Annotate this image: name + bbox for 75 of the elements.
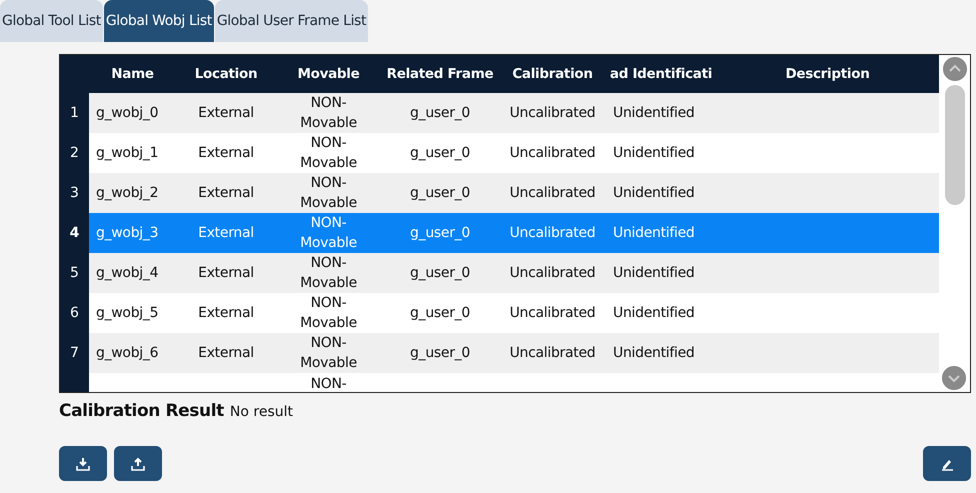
column-header: ad Identificati xyxy=(610,66,712,82)
table-cell-text: g_user_0 xyxy=(410,184,470,203)
table-cell-text: NON- Movable xyxy=(300,294,357,333)
table-cell-text: g_user_0 xyxy=(410,264,470,283)
row-number: 2 xyxy=(60,133,89,173)
table-cell-text: NON- Movable xyxy=(300,214,357,253)
column-header: Related Frame xyxy=(386,66,494,82)
table-cell-text: NON- Movable xyxy=(300,174,357,213)
scrollbar-thumb[interactable] xyxy=(944,85,964,205)
table-cell-text: Uncalibrated xyxy=(510,264,596,283)
scroll-up-icon[interactable] xyxy=(942,57,966,81)
table-cell-text: Unidentified xyxy=(613,224,694,243)
column-header: Location xyxy=(194,66,258,82)
table-cell-text: g_user_0 xyxy=(410,224,470,243)
table-cell-text: NON- Movable xyxy=(300,94,357,133)
edit-button[interactable] xyxy=(923,446,971,481)
table-cell-text: NON- Movable xyxy=(300,334,357,373)
table-cell-text: Uncalibrated xyxy=(510,184,596,203)
table-cell-text: NON- Movable xyxy=(300,134,357,173)
table-cell-text: External xyxy=(198,104,254,123)
table-cell-text: g_wobj_6 xyxy=(96,344,158,363)
table-cell-text: g_wobj_3 xyxy=(96,224,158,243)
table-cell-text: External xyxy=(198,344,254,363)
table-cell-text: g_wobj_1 xyxy=(96,144,158,163)
result-value: No result xyxy=(230,404,293,420)
table-cell-text: g_user_0 xyxy=(410,344,470,363)
table-cell-text: Unidentified xyxy=(613,104,694,123)
export-button[interactable] xyxy=(114,446,162,481)
table-cell-text: External xyxy=(198,224,254,243)
row-number: 3 xyxy=(60,173,89,213)
row-number: 7 xyxy=(60,333,89,373)
column-header: Name xyxy=(111,66,154,82)
table-cell-text: g_wobj_2 xyxy=(96,184,158,203)
table-cell-text: Unidentified xyxy=(613,264,694,283)
table-cell-text: g_wobj_4 xyxy=(96,264,158,283)
table-cell-text: Unidentified xyxy=(613,344,694,363)
row-number: 5 xyxy=(60,253,89,293)
table-cell-text: Uncalibrated xyxy=(510,344,596,363)
tab[interactable]: Global User Frame List xyxy=(214,0,368,42)
table-cell-text: g_user_0 xyxy=(410,104,470,123)
table-cell-text: Uncalibrated xyxy=(510,224,596,243)
table-row[interactable]: 4 g_wobj_3 External NON- Movable g_user_0 Uncalibrated Unidentified xyxy=(60,213,939,253)
table-cell-text: External xyxy=(198,184,254,203)
table-row[interactable]: 1 g_wobj_0 External NON- Movable g_user_0 Uncalibrated Unidentified xyxy=(60,93,939,133)
table-cell-text: g_wobj_0 xyxy=(96,104,158,123)
download-icon xyxy=(76,456,90,470)
table-cell-text: Unidentified xyxy=(613,184,694,203)
row-number: 4 xyxy=(60,213,89,253)
column-header: Movable xyxy=(298,66,360,82)
table-row[interactable]: 5 g_wobj_4 External NON- Movable g_user_0 Uncalibrated Unidentified xyxy=(60,253,939,293)
tab[interactable]: Global Wobj List xyxy=(104,0,214,42)
table-cell-text: Unidentified xyxy=(613,304,694,323)
table-cell-text: Uncalibrated xyxy=(510,144,596,163)
table-cell-text: g_user_0 xyxy=(410,304,470,323)
table-cell-text: g_user_0 xyxy=(410,144,470,163)
table-cell-text: NON- xyxy=(310,375,346,392)
table-cell-text: External xyxy=(198,264,254,283)
upload-icon xyxy=(131,456,145,470)
table-row[interactable]: 7 g_wobj_6 External NON- Movable g_user_0 Uncalibrated Unidentified xyxy=(60,333,939,373)
table-cell-text: External xyxy=(198,304,254,323)
table-row[interactable]: 3 g_wobj_2 External NON- Movable g_user_0 Uncalibrated Unidentified xyxy=(60,173,939,213)
table-cell-text: g_wobj_5 xyxy=(96,304,158,323)
import-button[interactable] xyxy=(59,446,107,481)
column-header: Description xyxy=(785,66,870,82)
table-cell-text: NON- Movable xyxy=(300,254,357,293)
table-cell-text: Uncalibrated xyxy=(510,104,596,123)
row-number: 6 xyxy=(60,293,89,333)
table-cell-text: Uncalibrated xyxy=(510,304,596,323)
scroll-down-icon[interactable] xyxy=(942,366,966,390)
row-number: 1 xyxy=(60,93,89,133)
column-header: Calibration xyxy=(512,66,593,82)
table-cell-text: Unidentified xyxy=(613,144,694,163)
table-cell-text: External xyxy=(198,144,254,163)
tab[interactable]: Global Tool List xyxy=(0,0,103,42)
result-label: Calibration Result xyxy=(59,401,224,421)
